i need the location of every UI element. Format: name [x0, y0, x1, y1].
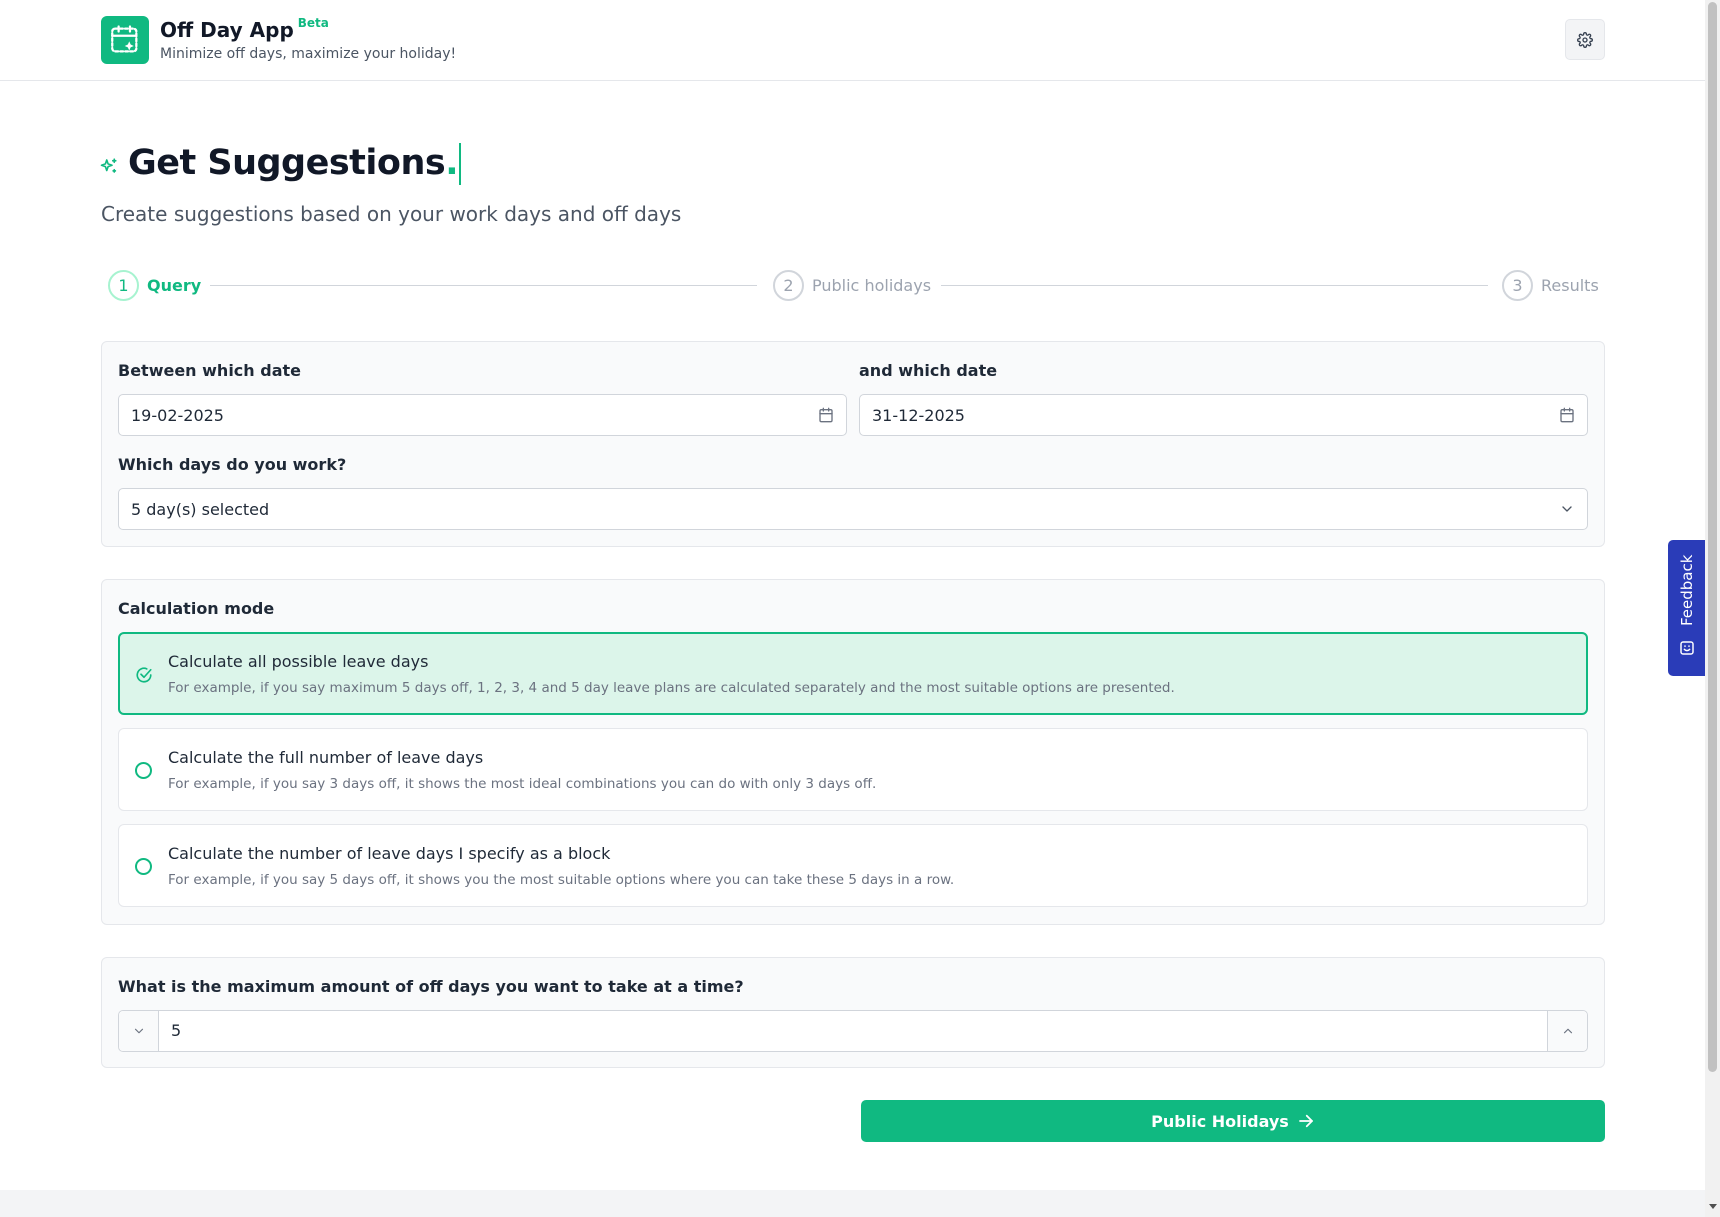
workdays-select[interactable]: 5 day(s) selected — [118, 488, 1588, 530]
beta-badge: Beta — [297, 16, 329, 30]
step-connector — [941, 285, 1488, 286]
mode-option-full-number[interactable]: Calculate the full number of leave days … — [118, 728, 1588, 811]
step-number: 1 — [108, 270, 139, 301]
mode-option-title: Calculate the full number of leave days — [168, 748, 484, 767]
mode-option-title: Calculate the number of leave days I spe… — [168, 844, 611, 863]
app-header: Off Day App Beta Minimize off days, maxim… — [0, 0, 1705, 81]
step-connector — [210, 285, 757, 286]
end-date-value: 31-12-2025 — [872, 405, 965, 425]
step-number: 2 — [773, 270, 804, 301]
page-heading: Get Suggestions. — [100, 143, 462, 185]
sparkle-icon — [100, 158, 117, 173]
step-label: Results — [1541, 276, 1599, 295]
page: Off Day App Beta Minimize off days, maxim… — [0, 0, 1705, 1217]
start-date-value: 19-02-2025 — [131, 405, 224, 425]
step-results[interactable]: 3 Results — [1502, 270, 1599, 301]
mode-option-all-possible[interactable]: Calculate all possible leave days For ex… — [118, 632, 1588, 715]
mode-option-description: For example, if you say 5 days off, it s… — [168, 872, 955, 888]
calendar-icon[interactable] — [1559, 407, 1575, 423]
mode-option-description: For example, if you say 3 days off, it s… — [168, 776, 877, 792]
step-label: Query — [147, 276, 202, 295]
radio-circle-icon[interactable] — [135, 858, 152, 875]
mode-option-title: Calculate all possible leave days — [168, 652, 429, 671]
check-circle-icon — [136, 667, 152, 683]
increment-button[interactable] — [1547, 1011, 1587, 1051]
mode-option-block[interactable]: Calculate the number of leave days I spe… — [118, 824, 1588, 907]
max-days-stepper[interactable]: 5 — [118, 1010, 1588, 1052]
workdays-value: 5 day(s) selected — [131, 499, 270, 519]
arrow-right-icon — [1298, 1114, 1313, 1128]
settings-button[interactable] — [1565, 19, 1605, 60]
step-query[interactable]: 1 Query — [108, 270, 201, 301]
radio-circle-icon[interactable] — [135, 762, 152, 779]
step-number: 3 — [1502, 270, 1533, 301]
app-name: Off Day App — [160, 18, 294, 42]
page-title: Get Suggestions. — [128, 143, 462, 185]
end-date-input[interactable]: 31-12-2025 — [859, 394, 1588, 436]
app-tagline: Minimize off days, maximize your holiday… — [160, 46, 457, 62]
feedback-smile-icon — [1680, 641, 1694, 655]
chevron-down-icon — [1562, 506, 1572, 512]
workdays-label: Which days do you work? — [118, 455, 347, 474]
max-days-label: What is the maximum amount of off days y… — [118, 977, 744, 996]
start-date-input[interactable]: 19-02-2025 — [118, 394, 847, 436]
page-footer — [0, 1190, 1705, 1217]
chevron-up-icon — [1563, 1028, 1572, 1034]
app-title: Off Day App Beta — [160, 16, 329, 42]
public-holidays-button[interactable]: Public Holidays — [861, 1100, 1605, 1142]
mode-option-description: For example, if you say maximum 5 days o… — [168, 680, 1175, 696]
page-scrollbar[interactable] — [1705, 0, 1720, 1217]
feedback-label: Feedback — [1678, 554, 1696, 626]
calculation-mode-card: Calculation mode Calculate all possible … — [101, 579, 1605, 925]
public-holidays-button-label: Public Holidays — [1151, 1111, 1289, 1131]
gear-icon — [1577, 31, 1593, 48]
calendar-sparkle-icon[interactable] — [101, 16, 149, 64]
max-days-input[interactable]: 5 — [171, 1021, 181, 1040]
decrement-button[interactable] — [119, 1011, 159, 1051]
calculation-mode-label: Calculation mode — [118, 599, 275, 618]
scrollbar-thumb[interactable] — [1708, 2, 1717, 1072]
scroll-down-arrow-icon[interactable] — [1709, 1204, 1717, 1209]
step-public-holidays[interactable]: 2 Public holidays — [773, 270, 931, 301]
chevron-down-icon — [134, 1028, 143, 1034]
page-subtitle: Create suggestions based on your work da… — [101, 202, 682, 226]
query-card: Between which date 19-02-2025 and which … — [101, 341, 1605, 547]
step-label: Public holidays — [812, 276, 932, 295]
start-date-label: Between which date — [118, 361, 301, 380]
end-date-label: and which date — [859, 361, 998, 380]
max-days-card: What is the maximum amount of off days y… — [101, 957, 1605, 1068]
calendar-icon[interactable] — [818, 407, 834, 423]
progress-stepper: 1 Query 2 Public holidays 3 Results — [108, 270, 1599, 302]
feedback-tab[interactable]: Feedback — [1668, 540, 1706, 676]
